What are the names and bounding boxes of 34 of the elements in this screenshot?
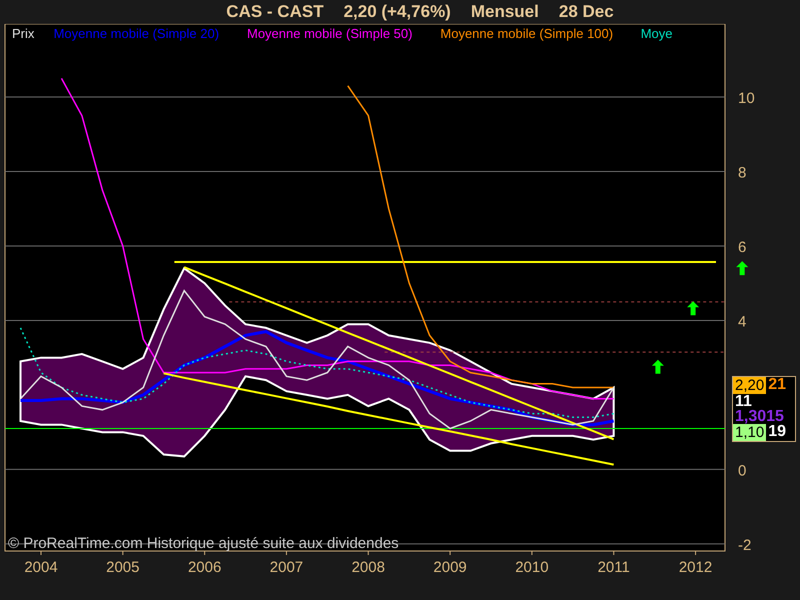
period-label: Mensuel [470, 2, 539, 22]
legend-item: Prix [12, 26, 34, 41]
price-value: 21 [768, 377, 786, 394]
price-change: 2,20 (+4,76%) [344, 2, 451, 22]
x-axis-label: 2004 [24, 559, 58, 576]
price-badge: 1,10 [733, 424, 766, 441]
y-axis-label: 8 [738, 164, 746, 182]
x-axis-label: 2011 [598, 559, 630, 576]
x-axis-label: 2008 [352, 559, 385, 576]
x-axis-label: 2006 [188, 559, 222, 576]
up-arrow-icon [687, 301, 700, 316]
x-axis-label: 2007 [270, 559, 304, 576]
x-axis-label: 2005 [106, 559, 140, 576]
x-axis-label: 2009 [433, 559, 467, 576]
up-arrow-icon [652, 360, 664, 374]
up-arrow-icon [736, 261, 748, 276]
copyright-text: © ProRealTime.com Historique ajusté suite aux dividendes [8, 535, 399, 552]
y-axis-label: 10 [738, 90, 755, 107]
legend-item: Moyenne mobile (Simple 100) [440, 26, 614, 41]
legend-item: Moyenne mobile (Simple 20) [54, 26, 220, 41]
price-value: 19 [768, 424, 786, 441]
price-badge: 2,20 [733, 377, 766, 394]
legend-item: Moye [640, 26, 672, 41]
y-axis-label: 4 [738, 313, 746, 330]
price-value: 1,3015 [735, 409, 784, 424]
chart-title: CAS - CAST [226, 2, 324, 22]
y-axis-label: 6 [738, 238, 746, 256]
date-label: 28 Dec [558, 2, 614, 22]
legend-item: Moyenne mobile (Simple 50) [247, 26, 412, 41]
price-value: 11 [735, 394, 752, 409]
x-axis-label: 2012 [678, 559, 712, 576]
y-axis-label: 0 [738, 462, 746, 480]
y-axis-label: -2 [738, 536, 752, 554]
x-axis-label: 2010 [515, 559, 549, 576]
